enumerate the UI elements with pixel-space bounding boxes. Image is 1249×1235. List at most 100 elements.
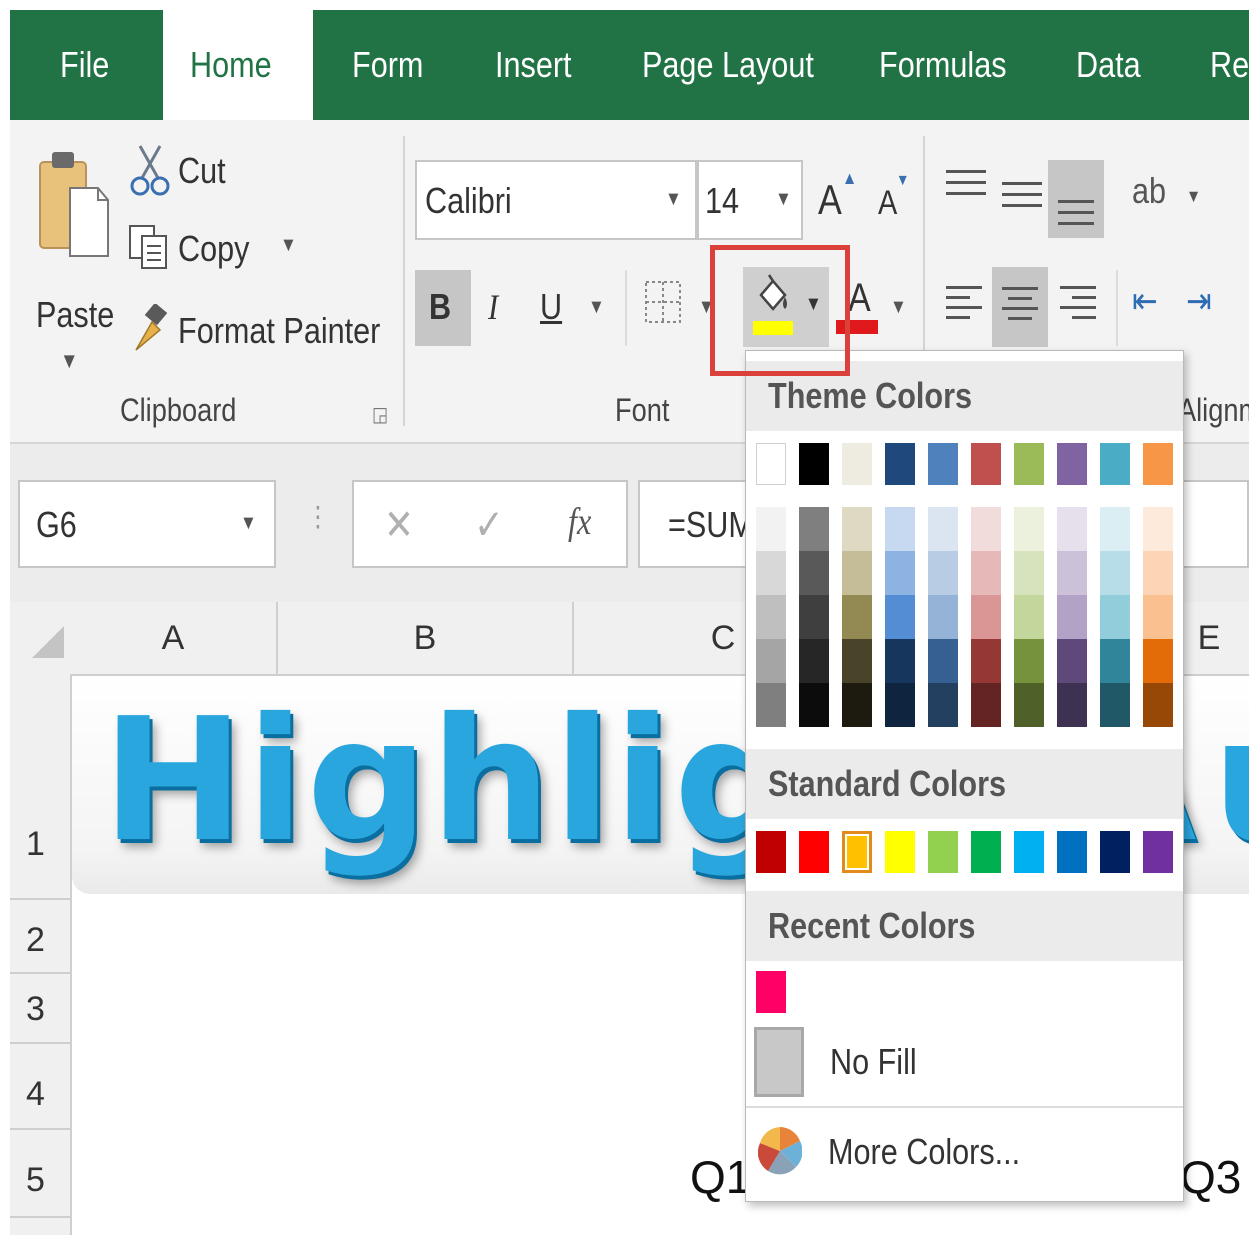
standard-color-swatch[interactable] (1100, 831, 1130, 873)
theme-shade-swatch[interactable] (928, 595, 958, 639)
theme-shade-swatch[interactable] (756, 551, 786, 595)
shrink-font-button[interactable]: A (878, 184, 897, 223)
theme-shade-swatch[interactable] (1014, 639, 1044, 683)
font-size-dropdown-icon[interactable]: ▼ (775, 188, 792, 211)
font-color-button[interactable]: A (848, 276, 871, 321)
theme-shade-swatch[interactable] (971, 639, 1001, 683)
theme-shade-swatch[interactable] (756, 683, 786, 727)
align-right-button[interactable] (1060, 286, 1096, 326)
font-size-combobox[interactable]: 14 ▼ (697, 160, 803, 240)
row-header-5[interactable]: 5 (10, 1130, 70, 1218)
recent-color-swatch[interactable] (756, 971, 786, 1013)
row-header-1[interactable]: 1 (10, 674, 70, 900)
bottom-align-button[interactable] (1048, 160, 1104, 238)
cell-q1[interactable]: Q1 (690, 1150, 751, 1204)
theme-shade-swatch[interactable] (756, 507, 786, 551)
theme-shade-swatch[interactable] (885, 639, 915, 683)
row-header-3[interactable]: 3 (10, 974, 70, 1044)
middle-align-button[interactable] (1002, 178, 1042, 218)
theme-shade-swatch[interactable] (1014, 551, 1044, 595)
borders-icon[interactable] (644, 280, 682, 324)
theme-shade-swatch[interactable] (971, 551, 1001, 595)
enter-icon[interactable]: ✓ (474, 500, 504, 549)
paste-dropdown-arrow-icon[interactable]: ▼ (60, 348, 79, 374)
theme-shade-swatch[interactable] (885, 683, 915, 727)
format-painter-button[interactable]: Format Painter (130, 300, 390, 360)
name-box-dropdown-icon[interactable]: ▼ (240, 512, 257, 535)
row-header-4[interactable]: 4 (10, 1044, 70, 1130)
theme-color-swatch[interactable] (1143, 443, 1173, 485)
theme-shade-swatch[interactable] (1057, 595, 1087, 639)
name-box[interactable]: G6 ▼ (18, 480, 276, 568)
theme-shade-swatch[interactable] (799, 551, 829, 595)
theme-shade-swatch[interactable] (1057, 551, 1087, 595)
theme-color-swatch[interactable] (971, 443, 1001, 485)
theme-color-swatch[interactable] (799, 443, 829, 485)
insert-function-icon[interactable]: fx (568, 500, 591, 544)
theme-shade-swatch[interactable] (885, 551, 915, 595)
clipboard-launcher-icon[interactable]: ◲ (372, 402, 388, 427)
theme-shade-swatch[interactable] (1014, 507, 1044, 551)
standard-color-swatch[interactable] (1143, 831, 1173, 873)
tab-review[interactable]: Re (1210, 10, 1249, 120)
theme-shade-swatch[interactable] (1143, 507, 1173, 551)
theme-shade-swatch[interactable] (1057, 507, 1087, 551)
theme-shade-swatch[interactable] (1100, 551, 1130, 595)
theme-shade-swatch[interactable] (928, 507, 958, 551)
standard-color-swatch[interactable] (842, 831, 872, 873)
theme-shade-swatch[interactable] (842, 595, 872, 639)
standard-color-swatch[interactable] (885, 831, 915, 873)
tab-file[interactable]: File (60, 10, 109, 120)
copy-dropdown-arrow-icon[interactable]: ▼ (280, 234, 297, 257)
theme-shade-swatch[interactable] (1100, 507, 1130, 551)
theme-shade-swatch[interactable] (1057, 639, 1087, 683)
decrease-indent-icon[interactable]: ⇤ (1132, 280, 1158, 322)
theme-shade-swatch[interactable] (1057, 683, 1087, 727)
theme-shade-swatch[interactable] (1143, 551, 1173, 595)
theme-shade-swatch[interactable] (928, 683, 958, 727)
cell-q3[interactable]: Q3 (1180, 1150, 1241, 1204)
cancel-icon[interactable]: ✕ (384, 500, 414, 549)
theme-shade-swatch[interactable] (842, 683, 872, 727)
theme-shade-swatch[interactable] (1143, 595, 1173, 639)
tab-page-layout[interactable]: Page Layout (642, 10, 814, 120)
theme-shade-swatch[interactable] (885, 595, 915, 639)
theme-color-swatch[interactable] (928, 443, 958, 485)
theme-shade-swatch[interactable] (799, 595, 829, 639)
paste-button[interactable]: Paste ▼ (36, 148, 120, 398)
theme-shade-swatch[interactable] (971, 683, 1001, 727)
theme-shade-swatch[interactable] (842, 551, 872, 595)
standard-color-swatch[interactable] (928, 831, 958, 873)
column-header-b[interactable]: B (278, 602, 574, 674)
theme-shade-swatch[interactable] (799, 507, 829, 551)
theme-color-swatch[interactable] (1057, 443, 1087, 485)
grow-font-button[interactable]: A (818, 176, 842, 224)
no-fill-option[interactable]: No Fill (754, 1027, 1178, 1099)
theme-shade-swatch[interactable] (928, 551, 958, 595)
theme-shade-swatch[interactable] (799, 639, 829, 683)
column-header-e[interactable]: E (1178, 602, 1238, 674)
theme-color-swatch[interactable] (1014, 443, 1044, 485)
theme-shade-swatch[interactable] (756, 639, 786, 683)
theme-shade-swatch[interactable] (971, 507, 1001, 551)
copy-button[interactable]: Copy ▼ (128, 220, 308, 280)
font-name-combobox[interactable]: Calibri ▼ (415, 160, 697, 240)
font-name-dropdown-icon[interactable]: ▼ (665, 188, 682, 211)
theme-color-swatch[interactable] (1100, 443, 1130, 485)
theme-color-swatch[interactable] (842, 443, 872, 485)
theme-shade-swatch[interactable] (885, 507, 915, 551)
standard-color-swatch[interactable] (799, 831, 829, 873)
tab-form[interactable]: Form (352, 10, 423, 120)
tab-home[interactable]: Home (163, 10, 313, 120)
theme-shade-swatch[interactable] (842, 507, 872, 551)
bold-button[interactable]: B (415, 270, 471, 346)
standard-color-swatch[interactable] (971, 831, 1001, 873)
orientation-dropdown-icon[interactable]: ▼ (1186, 186, 1201, 207)
theme-shade-swatch[interactable] (1014, 595, 1044, 639)
standard-color-swatch[interactable] (1057, 831, 1087, 873)
row-header-2[interactable]: 2 (10, 900, 70, 974)
theme-shade-swatch[interactable] (756, 595, 786, 639)
top-align-button[interactable] (946, 166, 986, 206)
standard-color-swatch[interactable] (1014, 831, 1044, 873)
tab-insert[interactable]: Insert (495, 10, 572, 120)
